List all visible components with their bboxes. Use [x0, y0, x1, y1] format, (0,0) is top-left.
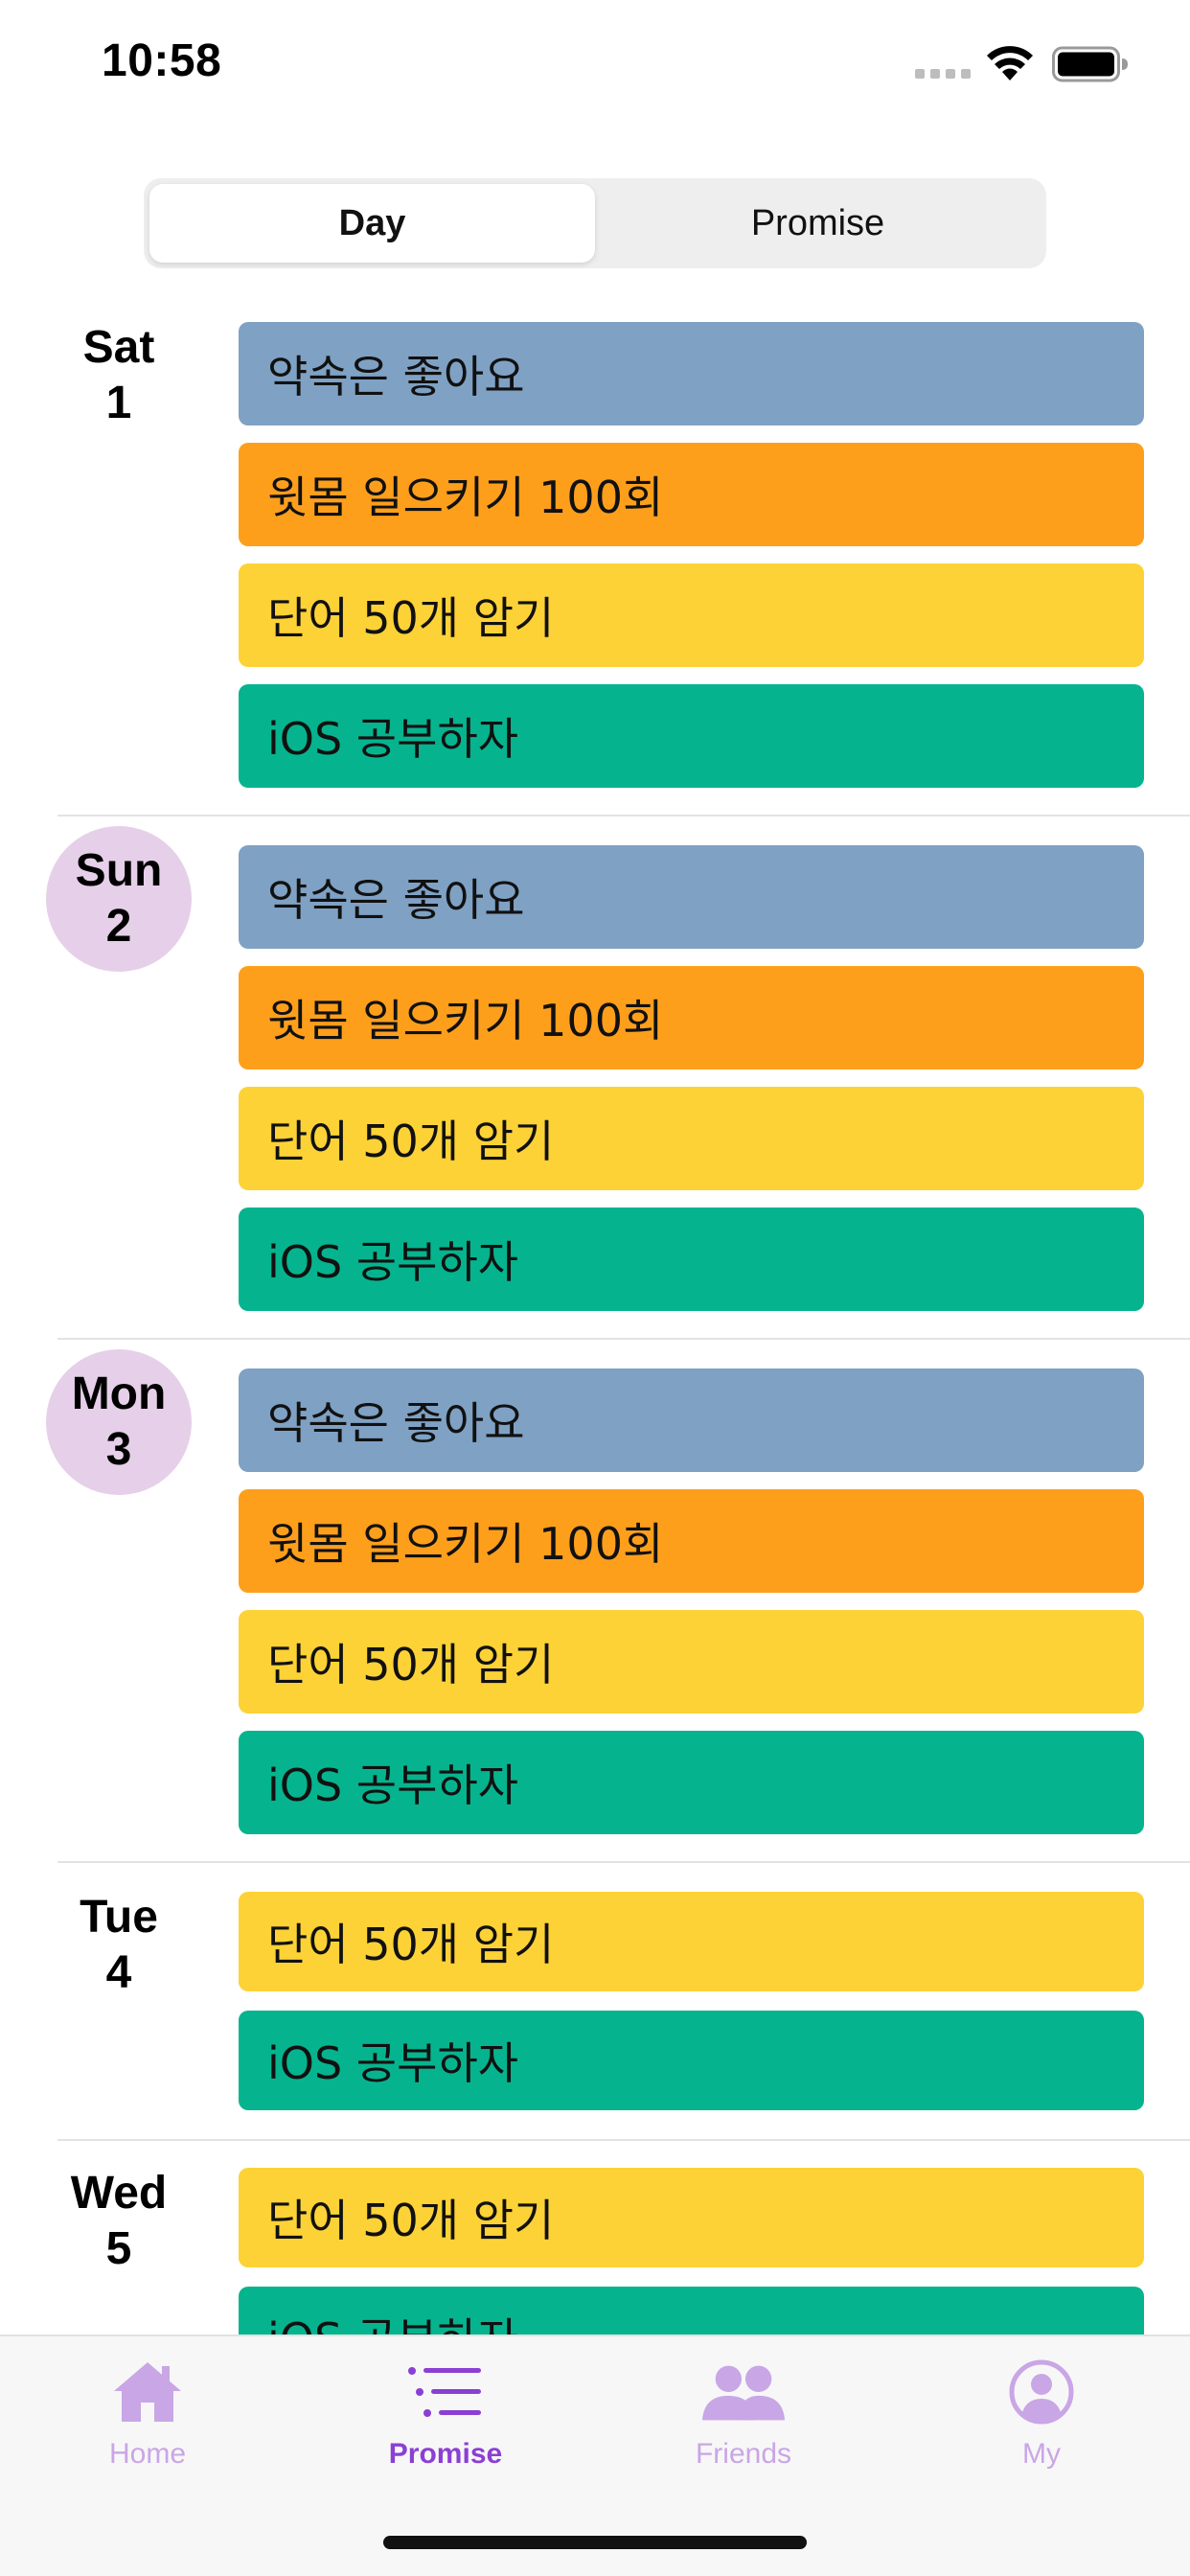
- tab-home[interactable]: Home: [61, 2356, 234, 2490]
- cellular-signal-icon: [915, 69, 971, 79]
- day-divider: [57, 2139, 1190, 2141]
- promise-item[interactable]: 약속은 좋아요: [239, 1368, 1144, 1472]
- day-number-text: 4: [105, 1947, 132, 1998]
- date-label[interactable]: Mon 3: [46, 1349, 192, 1495]
- weekday-text: Sun: [75, 845, 163, 896]
- date-label[interactable]: Tue 4: [46, 1873, 192, 2018]
- day-divider: [57, 1861, 1190, 1863]
- day-number-text: 5: [105, 2223, 132, 2274]
- promise-list: 약속은 좋아요윗몸 일으키기 100회단어 50개 암기 iOS 공부하자: [239, 322, 1144, 788]
- day-group: Wed5 단어 50개 암기 iOS 공부하자: [0, 2168, 1190, 2334]
- segment-promise[interactable]: Promise: [595, 184, 1041, 263]
- weekday-text: Tue: [80, 1892, 158, 1943]
- home-indicator: [383, 2536, 807, 2549]
- promise-item[interactable]: iOS 공부하자: [239, 1731, 1144, 1834]
- promise-item[interactable]: 윗몸 일으키기 100회: [239, 1489, 1144, 1593]
- weekday-text: Sat: [82, 322, 155, 373]
- weekday-text: Wed: [70, 2168, 168, 2219]
- app-screen: 10:58 Day Promise Sat 1 약속은 좋아요 윗몸 일으키기 100…: [0, 0, 1190, 2576]
- day-number-text: 3: [105, 1424, 132, 1475]
- tab-my[interactable]: My: [955, 2356, 1128, 2490]
- status-bar: 10:58: [0, 0, 1190, 134]
- promise-item[interactable]: 단어 50개 암기: [239, 1892, 1144, 1991]
- day-number-text: 2: [105, 901, 132, 952]
- promise-item[interactable]: 윗몸 일으키기 100회: [239, 966, 1144, 1070]
- people-icon: [700, 2356, 787, 2428]
- promise-item[interactable]: iOS 공부하자: [239, 2287, 1144, 2334]
- promise-item[interactable]: 단어 50개 암기: [239, 1087, 1144, 1190]
- day-list[interactable]: Sat 1 약속은 좋아요 윗몸 일으키기 100회 단어 50개 암기 iOS 공부하자…: [0, 322, 1190, 2334]
- promise-item[interactable]: 단어 50개 암기: [239, 2168, 1144, 2267]
- date-label[interactable]: Wed 5: [46, 2149, 192, 2294]
- date-label[interactable]: Sat 1: [46, 322, 192, 448]
- promise-item[interactable]: iOS 공부하자: [239, 2011, 1144, 2110]
- promise-item[interactable]: 단어 50개 암기: [239, 564, 1144, 667]
- promise-item[interactable]: 약속은 좋아요: [239, 322, 1144, 426]
- promise-list: 단어 50개 암기 iOS 공부하자: [239, 2168, 1144, 2334]
- day-group: Sat 1 약속은 좋아요윗몸 일으키기 100회단어 50개 암기 iOS 공부하자: [0, 322, 1190, 816]
- tab-promise[interactable]: Promise: [359, 2356, 532, 2490]
- weekday-text: Mon: [71, 1368, 167, 1419]
- promise-list: 약속은 좋아요윗몸 일으키기 100회단어 50개 암기 iOS 공부하자: [239, 845, 1144, 1311]
- tab-friends-label: Friends: [695, 2438, 792, 2470]
- status-time: 10:58: [102, 35, 222, 86]
- day-group: Sun 2 약속은 좋아요윗몸 일으키기 100회단어 50개 암기 iOS 공부하자: [0, 826, 1190, 1340]
- day-group: Mon 3 약속은 좋아요윗몸 일으키기 100회단어 50개 암기 iOS 공부하자: [0, 1349, 1190, 1863]
- day-number-text: 1: [105, 378, 132, 428]
- view-mode-segmented-control: Day Promise: [144, 178, 1046, 268]
- promise-item[interactable]: 윗몸 일으키기 100회: [239, 443, 1144, 546]
- tab-promise-label: Promise: [388, 2438, 503, 2470]
- promise-list: 단어 50개 암기 iOS 공부하자: [239, 1892, 1144, 2110]
- battery-icon: [1052, 46, 1128, 82]
- house-icon: [104, 2356, 191, 2428]
- promise-item[interactable]: iOS 공부하자: [239, 1208, 1144, 1311]
- wifi-icon: [987, 46, 1033, 80]
- person-circle-icon: [998, 2356, 1085, 2428]
- promise-item[interactable]: iOS 공부하자: [239, 684, 1144, 788]
- tab-home-label: Home: [108, 2438, 187, 2470]
- list-icon: [402, 2356, 489, 2428]
- day-group: Tue 4 단어 50개 암기 iOS 공부하자: [0, 1892, 1190, 2141]
- promise-item[interactable]: 단어 50개 암기: [239, 1610, 1144, 1714]
- day-divider: [57, 1338, 1190, 1340]
- day-divider: [57, 815, 1190, 816]
- promise-list: 약속은 좋아요윗몸 일으키기 100회단어 50개 암기 iOS 공부하자: [239, 1368, 1144, 1834]
- promise-item[interactable]: 약속은 좋아요: [239, 845, 1144, 949]
- tab-my-label: My: [1022, 2438, 1061, 2470]
- date-label[interactable]: Sun 2: [46, 826, 192, 972]
- segment-day[interactable]: Day: [149, 184, 595, 263]
- tab-friends[interactable]: Friends: [657, 2356, 830, 2490]
